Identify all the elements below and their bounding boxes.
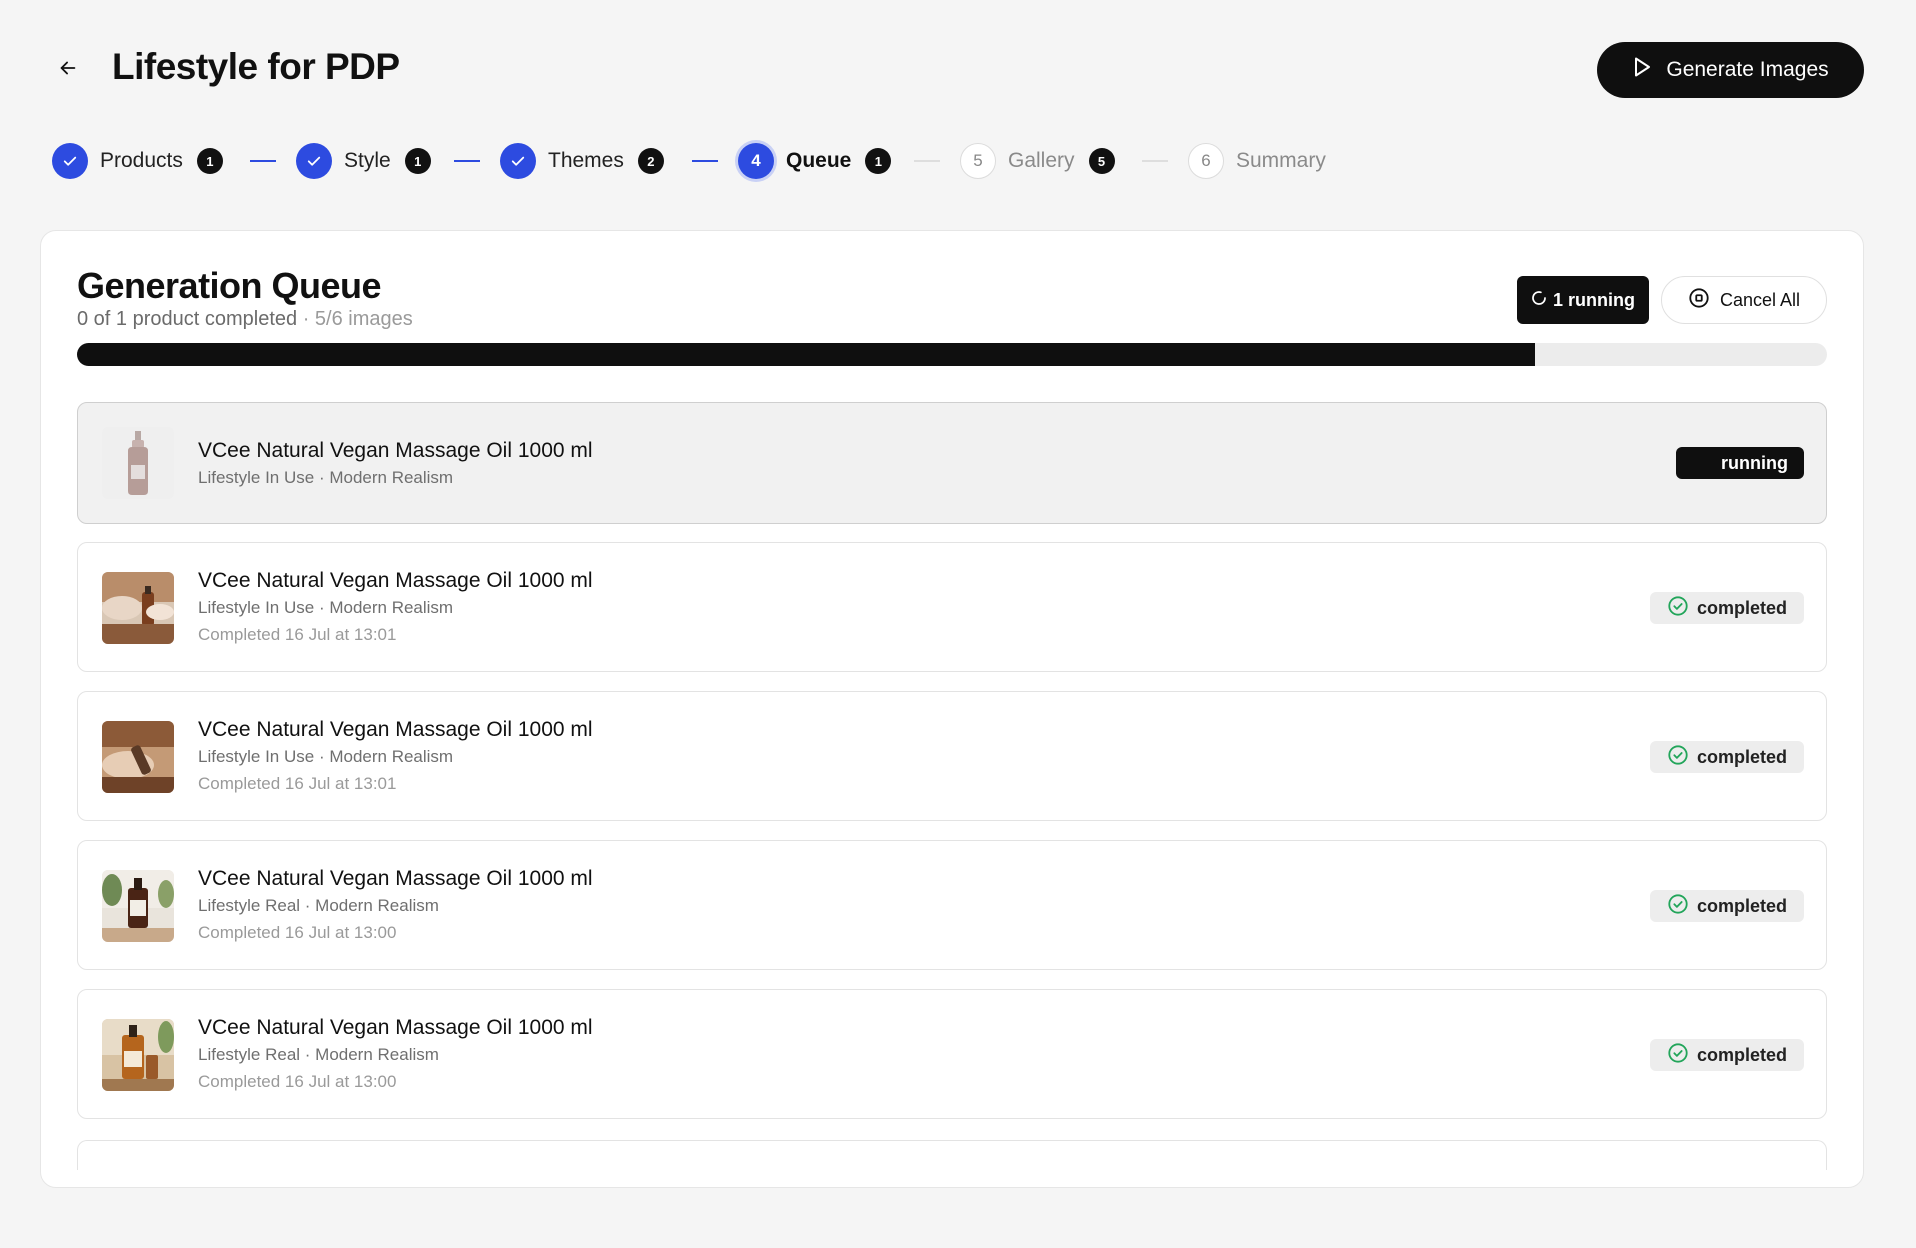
item-title: VCee Natural Vegan Massage Oil 1000 ml (198, 569, 593, 592)
cancel-all-button[interactable]: Cancel All (1661, 276, 1827, 324)
step-number: 5 (960, 143, 996, 179)
queue-item[interactable]: VCee Natural Vegan Massage Oil 1000 ml L… (77, 840, 1827, 970)
queue-products-progress: 0 of 1 product completed (77, 308, 298, 330)
step-label: Queue (786, 149, 852, 172)
item-completed-time: Completed 16 Jul at 13:00 (198, 923, 397, 942)
queue-images-progress: · 5/6 images (297, 308, 413, 330)
step-label: Style (344, 149, 391, 172)
status-label: completed (1696, 1044, 1788, 1065)
page: Lifestyle for PDP Generate Images Produc… (0, 0, 1916, 1248)
queue-subtitle: 0 of 1 product completed · 5/6 images (77, 308, 413, 331)
check-icon (500, 143, 536, 179)
step-themes[interactable]: Themes 2 (500, 143, 664, 179)
step-label: Products (100, 149, 183, 172)
step-count-badge: 2 (637, 148, 664, 174)
queue-item[interactable]: VCee Natural Vegan Massage Oil 1000 ml L… (77, 691, 1827, 821)
item-meta: Lifestyle Real · Modern Realism (198, 1045, 439, 1064)
generation-queue-card: Generation Queue 0 of 1 product complete… (40, 230, 1864, 1188)
queue-item[interactable]: VCee Natural Vegan Massage Oil 1000 ml L… (77, 542, 1827, 672)
status-badge: completed (1650, 741, 1804, 773)
step-connector (1142, 160, 1168, 162)
queue-item[interactable]: VCee Natural Vegan Massage Oil 1000 ml L… (77, 402, 1827, 524)
generate-images-button[interactable]: Generate Images (1597, 42, 1864, 98)
status-badge: completed (1650, 1039, 1804, 1071)
arrow-left-icon (57, 57, 79, 84)
item-completed-time: Completed 16 Jul at 13:00 (198, 1072, 397, 1091)
page-title: Lifestyle for PDP (112, 46, 400, 87)
item-completed-time: Completed 16 Jul at 13:01 (198, 774, 397, 793)
running-count-label: 1 running (1553, 289, 1635, 310)
step-count-badge: 5 (1088, 148, 1115, 174)
step-number: 6 (1188, 143, 1224, 179)
generated-image-thumbnail (102, 721, 174, 793)
step-style[interactable]: Style 1 (296, 143, 431, 179)
queue-progress-bar (77, 343, 1827, 366)
queue-progress-fill (77, 343, 1535, 366)
step-connector (914, 160, 940, 162)
item-meta: Lifestyle Real · Modern Realism (198, 896, 439, 915)
step-count-badge: 1 (865, 148, 892, 174)
generated-image-thumbnail (102, 1019, 174, 1091)
step-products[interactable]: Products 1 (52, 143, 223, 179)
check-icon (296, 143, 332, 179)
product-thumbnail (102, 427, 174, 499)
check-circle-icon (1667, 595, 1689, 622)
step-summary[interactable]: 6 Summary (1188, 143, 1326, 179)
item-title: VCee Natural Vegan Massage Oil 1000 ml (198, 867, 593, 890)
stop-circle-icon (1688, 287, 1710, 314)
queue-title: Generation Queue (77, 265, 382, 306)
step-count-badge: 1 (196, 148, 223, 174)
step-label: Summary (1236, 149, 1326, 172)
status-badge: completed (1650, 592, 1804, 624)
step-connector (250, 160, 276, 162)
generated-image-thumbnail (102, 572, 174, 644)
status-label: completed (1696, 597, 1788, 618)
step-label: Themes (548, 149, 624, 172)
check-circle-icon (1667, 893, 1689, 920)
spinner-icon (1531, 290, 1547, 311)
step-gallery[interactable]: 5 Gallery 5 (960, 143, 1115, 179)
item-title: VCee Natural Vegan Massage Oil 1000 ml (198, 439, 593, 462)
back-button[interactable] (48, 50, 88, 90)
step-label: Gallery (1008, 149, 1075, 172)
step-queue[interactable]: 4 Queue 1 (738, 143, 892, 179)
step-count-badge: 1 (404, 148, 431, 174)
status-label: completed (1696, 746, 1788, 767)
item-completed-time: Completed 16 Jul at 13:01 (198, 625, 397, 644)
play-icon (1632, 56, 1652, 84)
generate-images-label: Generate Images (1666, 58, 1829, 81)
cancel-all-label: Cancel All (1719, 289, 1801, 310)
item-meta: Lifestyle In Use · Modern Realism (198, 598, 454, 617)
item-meta: Lifestyle In Use · Modern Realism (198, 747, 454, 766)
running-status-pill: 1 running (1517, 276, 1649, 324)
status-label: completed (1696, 895, 1788, 916)
queue-item[interactable]: VCee Natural Vegan Massage Oil 1000 ml L… (77, 989, 1827, 1119)
item-meta: Lifestyle In Use · Modern Realism (198, 468, 454, 487)
status-badge: completed (1650, 890, 1804, 922)
generated-image-thumbnail (102, 870, 174, 942)
status-badge: running (1676, 447, 1804, 479)
check-circle-icon (1667, 744, 1689, 771)
item-title: VCee Natural Vegan Massage Oil 1000 ml (198, 718, 593, 741)
check-circle-icon (1667, 1042, 1689, 1069)
step-connector (454, 160, 480, 162)
step-number: 4 (738, 143, 774, 179)
step-connector (692, 160, 718, 162)
queue-item-partial[interactable] (77, 1140, 1827, 1170)
check-icon (52, 143, 88, 179)
item-title: VCee Natural Vegan Massage Oil 1000 ml (198, 1016, 593, 1039)
